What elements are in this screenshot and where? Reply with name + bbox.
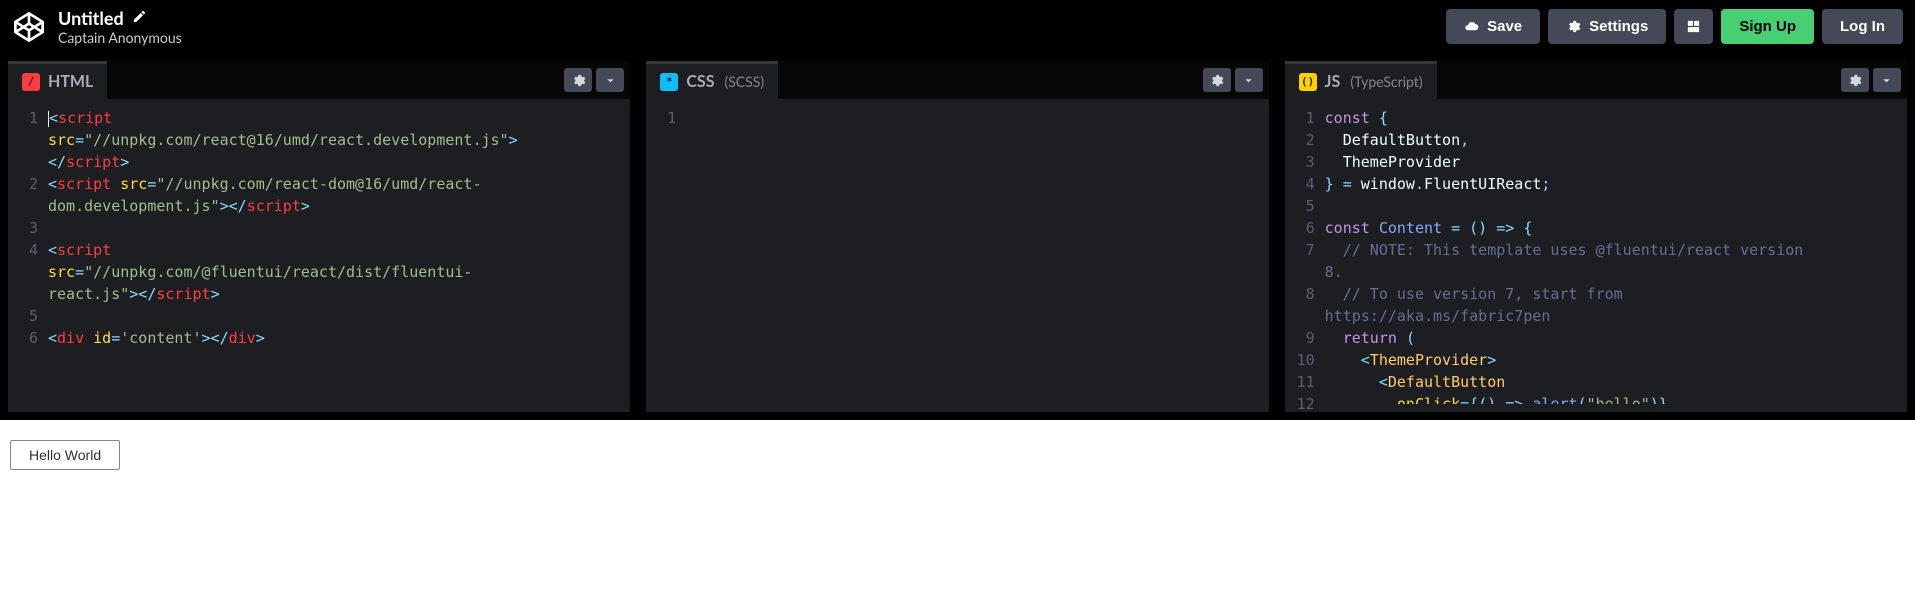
layout-button[interactable] (1674, 9, 1713, 44)
pencil-icon[interactable] (132, 9, 147, 27)
chevron-down-icon (603, 73, 618, 88)
tab-css-sub: (SCSS) (724, 73, 764, 90)
brand-block: Untitled Captain Anonymous (12, 7, 182, 46)
tab-css-label: CSS (686, 72, 714, 91)
code-lines-js[interactable]: const { DefaultButton, ThemeProvider} = … (1325, 107, 1907, 404)
editor-css-header: * CSS (SCSS) (646, 61, 1268, 99)
output-frame: Hello World (0, 420, 1915, 470)
html-lang-icon: / (22, 73, 40, 91)
editor-js-header: () JS (TypeScript) (1285, 61, 1907, 99)
codepen-logo-icon (12, 10, 46, 44)
gear-icon (1209, 73, 1224, 88)
author-name: Captain Anonymous (58, 29, 182, 46)
editor-js-expand-button[interactable] (1873, 68, 1901, 92)
save-label: Save (1487, 18, 1522, 35)
gear-icon (1566, 19, 1581, 34)
chevron-down-icon (1879, 73, 1894, 88)
gutter-css: 1 (646, 107, 686, 404)
code-lines-css[interactable] (686, 107, 1268, 404)
top-toolbar: Save Settings Sign Up Log In (1446, 9, 1903, 44)
tab-html-label: HTML (48, 72, 93, 91)
cloud-icon (1464, 19, 1479, 34)
code-area-css[interactable]: 1 (646, 99, 1268, 412)
tab-css[interactable]: * CSS (SCSS) (646, 61, 778, 99)
editors-row: / HTML 123456 <script src="//unpkg.com/r… (0, 53, 1915, 420)
editor-js-settings-button[interactable] (1841, 68, 1869, 92)
editor-html: / HTML 123456 <script src="//unpkg.com/r… (8, 61, 630, 412)
editor-html-header: / HTML (8, 61, 630, 99)
tab-html[interactable]: / HTML (8, 61, 107, 99)
js-lang-icon: () (1299, 73, 1317, 91)
code-area-html[interactable]: 123456 <script src="//unpkg.com/react@16… (8, 99, 630, 412)
gear-icon (1847, 73, 1862, 88)
gear-icon (571, 73, 586, 88)
css-lang-icon: * (660, 73, 678, 91)
editor-css-expand-button[interactable] (1235, 68, 1263, 92)
tab-js-sub: (TypeScript) (1350, 73, 1422, 90)
editor-js: () JS (TypeScript) 12345678910111213 con… (1285, 61, 1907, 412)
settings-button[interactable]: Settings (1548, 9, 1666, 44)
chevron-down-icon (1241, 73, 1256, 88)
editor-html-expand-button[interactable] (596, 68, 624, 92)
signup-button[interactable]: Sign Up (1721, 9, 1814, 44)
gutter-html: 123456 (8, 107, 48, 404)
editor-css-settings-button[interactable] (1203, 68, 1231, 92)
tab-js[interactable]: () JS (TypeScript) (1285, 61, 1437, 99)
save-button[interactable]: Save (1446, 9, 1540, 44)
pen-title[interactable]: Untitled (58, 7, 124, 29)
layout-grid-icon (1686, 19, 1701, 34)
gutter-js: 12345678910111213 (1285, 107, 1325, 404)
app-header: Untitled Captain Anonymous Save Settings… (0, 0, 1915, 53)
editor-html-settings-button[interactable] (564, 68, 592, 92)
tab-js-label: JS (1325, 72, 1341, 91)
login-button[interactable]: Log In (1822, 9, 1903, 44)
code-lines-html[interactable]: <script src="//unpkg.com/react@16/umd/re… (48, 107, 630, 404)
settings-label: Settings (1589, 18, 1648, 35)
editor-css: * CSS (SCSS) 1 (646, 61, 1268, 412)
hello-world-button[interactable]: Hello World (10, 440, 120, 470)
code-area-js[interactable]: 12345678910111213 const { DefaultButton,… (1285, 99, 1907, 412)
